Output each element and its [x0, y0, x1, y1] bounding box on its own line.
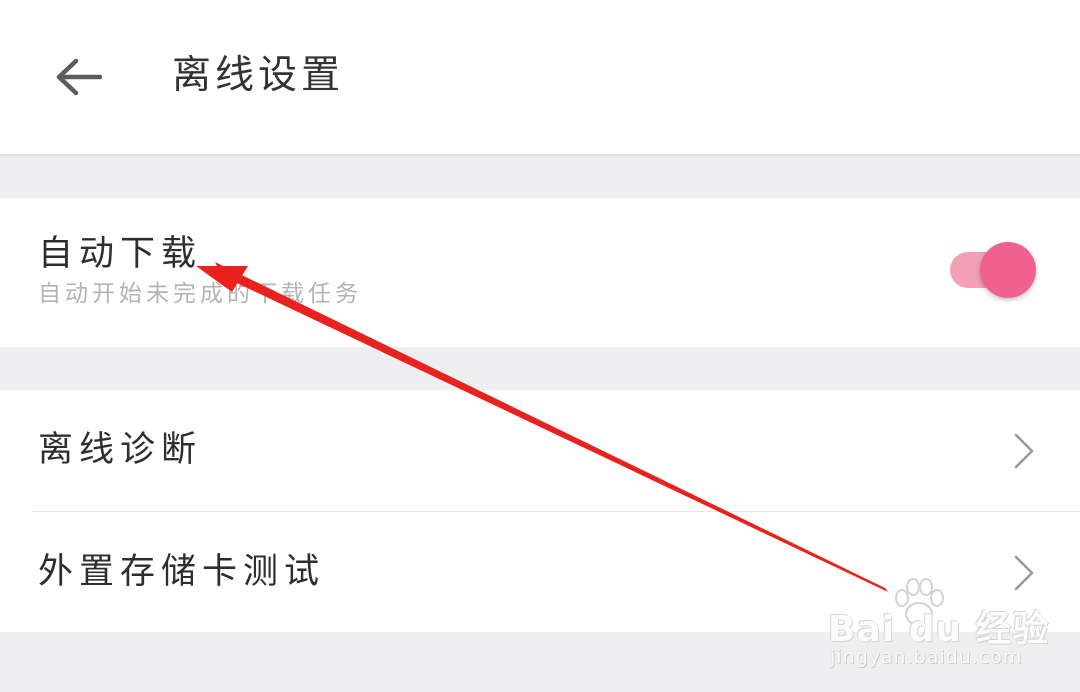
- toggle-thumb: [980, 242, 1036, 298]
- auto-download-title: 自动下载: [38, 234, 203, 274]
- watermark-url: jingyan.baidu.com: [830, 646, 1023, 668]
- auto-download-toggle[interactable]: [950, 242, 1040, 298]
- list-item-external-storage-test[interactable]: 外置存储卡测试: [0, 512, 1080, 632]
- offline-settings-screen: 离线设置 自动下载 自动开始未完成的下载任务 离线诊断 外置存储卡测试 Bai …: [0, 0, 1080, 692]
- back-button[interactable]: [40, 42, 116, 112]
- auto-download-subtitle: 自动开始未完成的下载任务: [38, 281, 362, 307]
- list-item-offline-diagnosis[interactable]: 离线诊断: [0, 390, 1080, 512]
- auto-download-card: 自动下载 自动开始未完成的下载任务: [0, 198, 1080, 347]
- page-title: 离线设置: [172, 53, 345, 98]
- tools-card: 离线诊断 外置存储卡测试: [0, 390, 1080, 632]
- app-bar: 离线设置: [0, 0, 1080, 154]
- chevron-right-icon: [1012, 432, 1036, 470]
- chevron-right-icon: [1012, 554, 1036, 592]
- arrow-left-icon: [56, 58, 102, 96]
- list-item-label: 外置存储卡测试: [38, 552, 326, 592]
- list-item-label: 离线诊断: [38, 430, 203, 470]
